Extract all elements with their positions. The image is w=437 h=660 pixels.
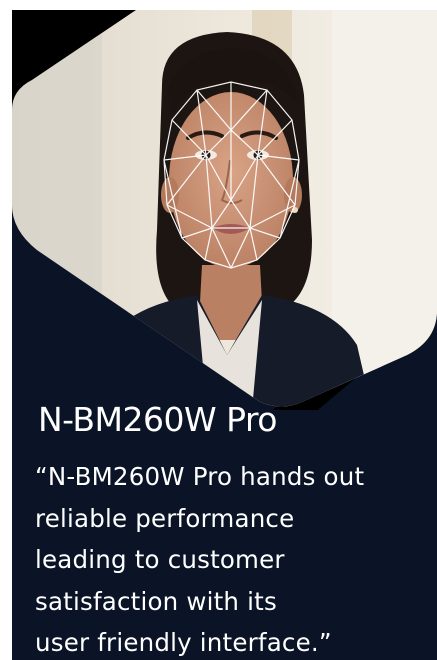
quote-line: “N-BM260W Pro hands out xyxy=(35,462,365,491)
quote-line: user friendly interface.” xyxy=(35,628,332,657)
quote-line: leading to customer xyxy=(35,545,285,574)
quote-line: satisfaction with its xyxy=(35,586,277,616)
testimonial-quote: “N-BM260W Pro hands out reliable perform… xyxy=(35,456,430,660)
testimonial-card: N-BM260W Pro “N-BM260W Pro hands out rel… xyxy=(12,10,437,660)
product-title: N-BM260W Pro xyxy=(38,400,278,439)
customer-photo xyxy=(12,10,437,410)
quote-line: reliable performance xyxy=(35,503,295,533)
